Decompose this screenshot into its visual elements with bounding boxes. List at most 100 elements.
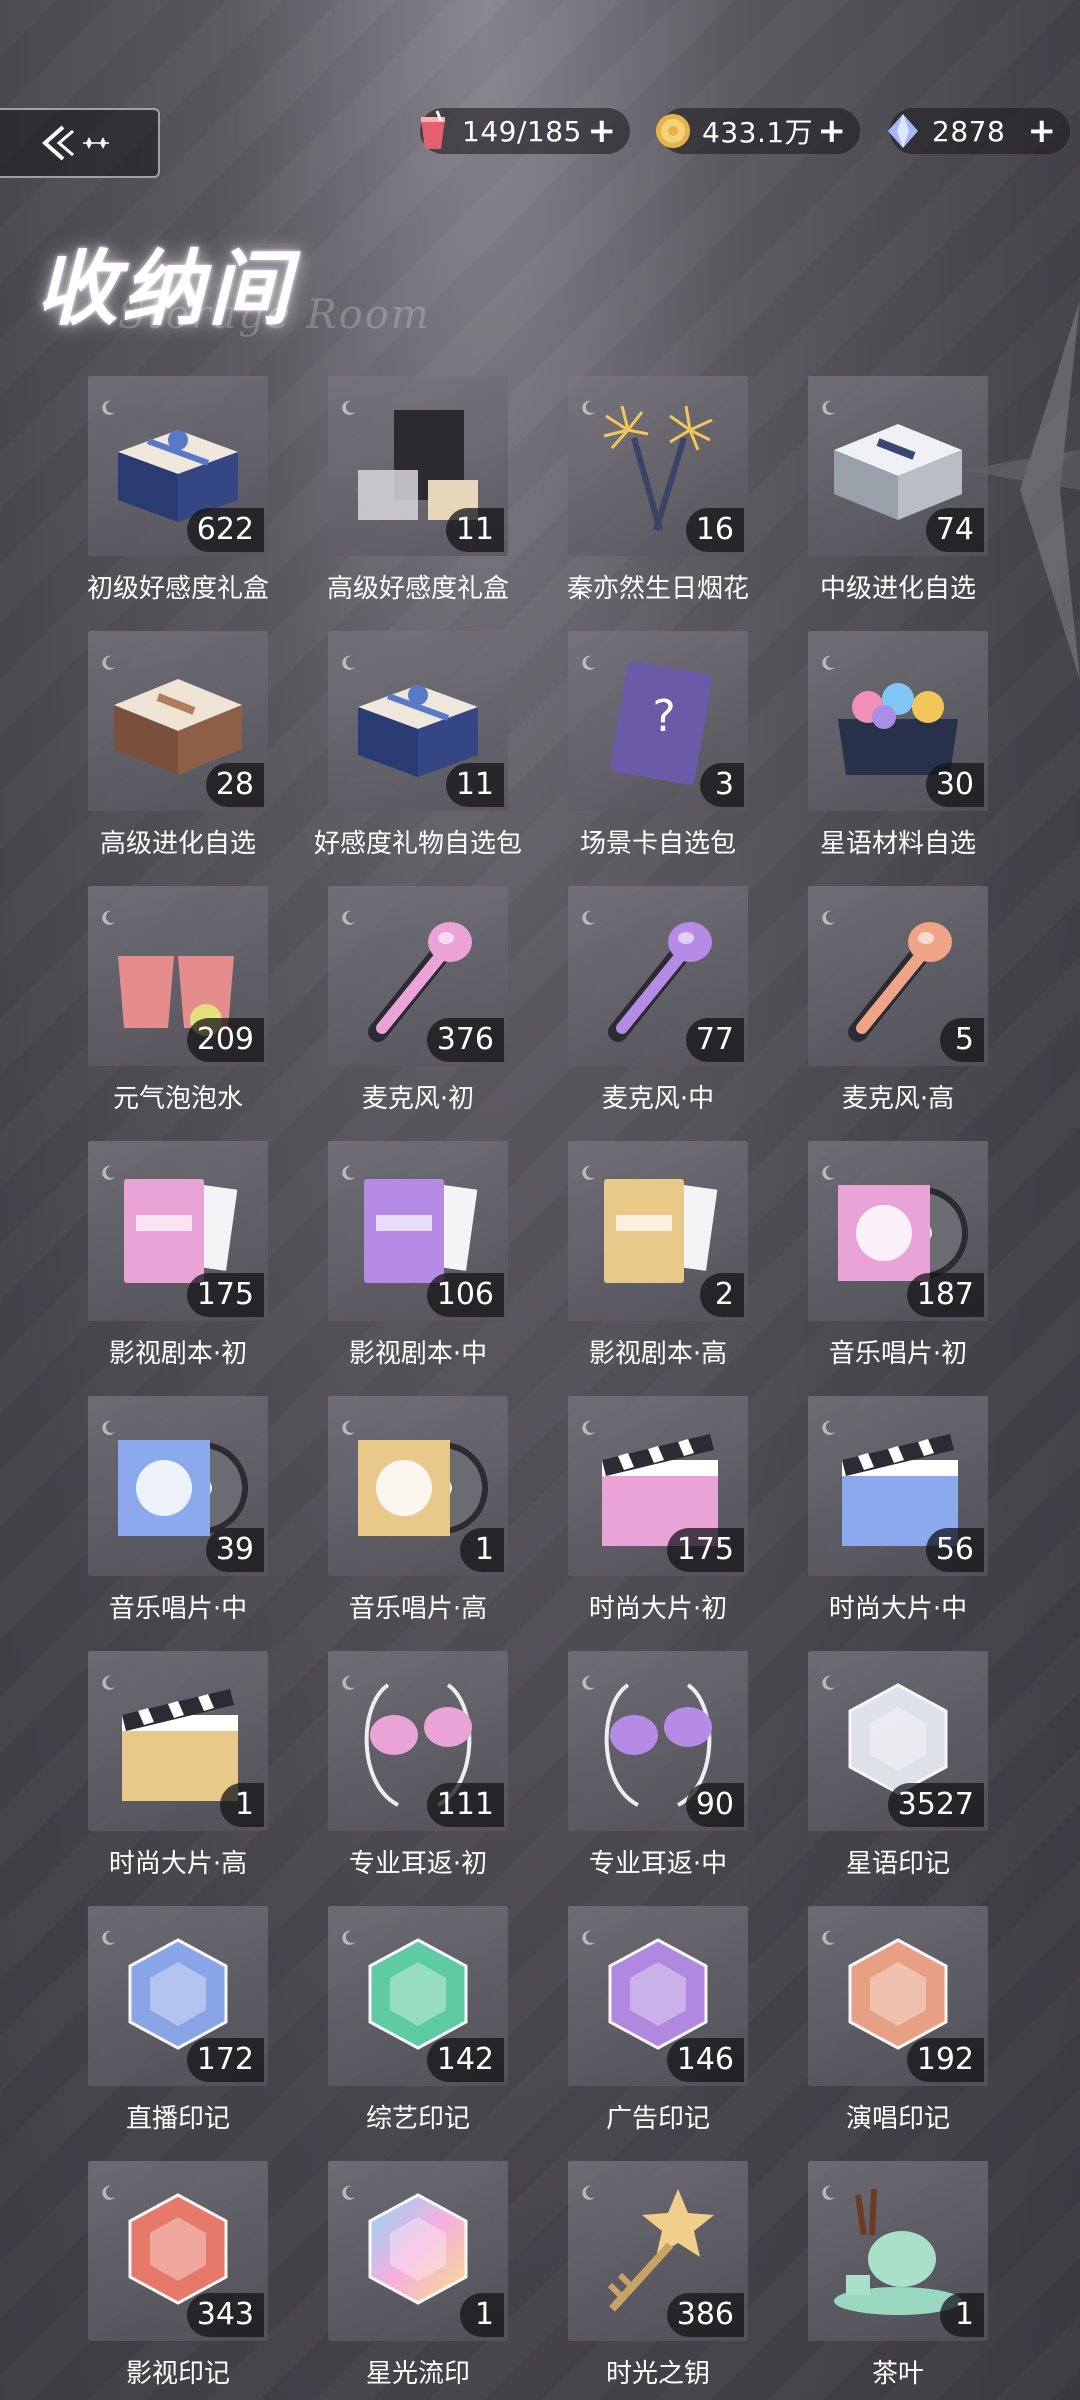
inventory-item[interactable]: 142 综艺印记	[328, 1906, 508, 2134]
item-name: 高级进化自选	[99, 829, 256, 859]
inventory-item[interactable]: 146 广告印记	[568, 1906, 748, 2134]
inventory-item[interactable]: 56 时尚大片·中	[808, 1396, 988, 1624]
item-tile: 3527	[808, 1651, 988, 1831]
inventory-item[interactable]: 11 高级好感度礼盒	[327, 376, 509, 604]
add-diamond-button[interactable]: +	[1028, 108, 1057, 154]
item-tile: 74	[808, 376, 988, 556]
item-name: 音乐唱片·中	[108, 1594, 248, 1624]
inventory-item[interactable]: 1 星光流印	[328, 2161, 508, 2389]
gold-value: 433.1万	[702, 116, 814, 149]
item-name: 影视剧本·中	[348, 1339, 488, 1369]
item-tile: 142	[328, 1906, 508, 2086]
item-tile: 90	[568, 1651, 748, 1831]
inventory-item[interactable]: 1 音乐唱片·高	[328, 1396, 508, 1624]
inventory-item[interactable]: 28 高级进化自选	[88, 631, 268, 859]
inventory-item[interactable]: 11 好感度礼物自选包	[314, 631, 522, 859]
item-tile: 106	[328, 1141, 508, 1321]
inventory-item[interactable]: 2 影视剧本·高	[568, 1141, 748, 1369]
inventory-item[interactable]: 1 时尚大片·高	[88, 1651, 268, 1879]
stamina-counter: 149/185 +	[420, 108, 630, 154]
item-count: 30	[925, 763, 984, 807]
item-count: 376	[426, 1018, 504, 1062]
inventory-item[interactable]: 209 元气泡泡水	[88, 886, 268, 1114]
item-count: 39	[205, 1528, 264, 1572]
item-count: 74	[925, 508, 984, 552]
item-count: 2	[700, 1273, 744, 1317]
item-count: 1	[460, 2293, 504, 2337]
inventory-item[interactable]: 376 麦克风·初	[328, 886, 508, 1114]
inventory-item[interactable]: 172 直播印记	[88, 1906, 268, 2134]
item-count: 175	[186, 1273, 264, 1317]
item-tile: 16	[568, 376, 748, 556]
inventory-item[interactable]: 386 时光之钥	[568, 2161, 748, 2389]
svg-text:?: ?	[652, 691, 675, 742]
inventory-item[interactable]: 90 专业耳返·中	[568, 1651, 748, 1879]
item-count: 3527	[887, 1783, 984, 1827]
stamina-value: 149/185	[462, 114, 582, 148]
item-tile: 2	[568, 1141, 748, 1321]
item-name: 专业耳返·中	[588, 1849, 728, 1879]
item-tile: 187	[808, 1141, 988, 1321]
back-button[interactable]	[0, 108, 160, 178]
inventory-item[interactable]: 343 影视印记	[88, 2161, 268, 2389]
item-name: 时尚大片·初	[588, 1594, 728, 1624]
add-stamina-button[interactable]: +	[588, 108, 617, 154]
item-name: 直播印记	[125, 2104, 230, 2134]
inventory-item[interactable]: 16 秦亦然生日烟花	[567, 376, 749, 604]
add-gold-button[interactable]: +	[818, 108, 847, 154]
item-count: 28	[205, 763, 264, 807]
item-tile: 1	[328, 2161, 508, 2341]
inventory-item[interactable]: ? 3 场景卡自选包	[568, 631, 748, 859]
inventory-item[interactable]: 3527 星语印记	[808, 1651, 988, 1879]
inventory-item[interactable]: 1 茶叶	[808, 2161, 988, 2389]
item-count: 3	[700, 763, 744, 807]
page-subtitle: Storage Room	[118, 292, 431, 338]
item-tile: 1	[328, 1396, 508, 1576]
item-name: 影视剧本·初	[108, 1339, 248, 1369]
item-tile: 175	[88, 1141, 268, 1321]
item-count: 142	[426, 2038, 504, 2082]
item-name: 麦克风·中	[601, 1084, 715, 1114]
item-count: 56	[925, 1528, 984, 1572]
item-tile: 343	[88, 2161, 268, 2341]
inventory-item[interactable]: 77 麦克风·中	[568, 886, 748, 1114]
item-count: 1	[460, 1528, 504, 1572]
inventory-item[interactable]: 175 时尚大片·初	[568, 1396, 748, 1624]
item-count: 172	[186, 2038, 264, 2082]
item-tile: 1	[88, 1651, 268, 1831]
inventory-item[interactable]: 187 音乐唱片·初	[808, 1141, 988, 1369]
item-count: 16	[685, 508, 744, 552]
inventory-grid: 622 初级好感度礼盒 11 高级好感度礼盒 16 秦亦然生日烟花 74 中级进…	[87, 376, 992, 2389]
item-count: 111	[426, 1783, 504, 1827]
item-name: 秦亦然生日烟花	[566, 574, 749, 604]
item-name: 专业耳返·初	[348, 1849, 488, 1879]
item-name: 中级进化自选	[819, 574, 976, 604]
item-tile: ? 3	[568, 631, 748, 811]
item-name: 综艺印记	[365, 2104, 470, 2134]
item-name: 星语材料自选	[819, 829, 976, 859]
inventory-item[interactable]: 111 专业耳返·初	[328, 1651, 508, 1879]
item-tile: 1	[808, 2161, 988, 2341]
inventory-item[interactable]: 192 演唱印记	[808, 1906, 988, 2134]
item-count: 5	[940, 1018, 984, 1062]
item-tile: 386	[568, 2161, 748, 2341]
inventory-item[interactable]: 622 初级好感度礼盒	[87, 376, 269, 604]
inventory-item[interactable]: 175 影视剧本·初	[88, 1141, 268, 1369]
inventory-item[interactable]: 39 音乐唱片·中	[88, 1396, 268, 1624]
gold-counter: 433.1万 +	[656, 108, 860, 154]
item-tile: 172	[88, 1906, 268, 2086]
inventory-item[interactable]: 5 麦克风·高	[808, 886, 988, 1114]
inventory-item[interactable]: 30 星语材料自选	[808, 631, 988, 859]
item-count: 175	[666, 1528, 744, 1572]
inventory-item[interactable]: 74 中级进化自选	[808, 376, 988, 604]
inventory-item[interactable]: 106 影视剧本·中	[328, 1141, 508, 1369]
item-name: 星光流印	[365, 2359, 470, 2389]
item-count: 209	[186, 1018, 264, 1062]
item-name: 元气泡泡水	[112, 1084, 243, 1114]
item-tile: 622	[88, 376, 268, 556]
item-tile: 146	[568, 1906, 748, 2086]
item-count: 77	[685, 1018, 744, 1062]
item-count: 106	[426, 1273, 504, 1317]
item-count: 1	[220, 1783, 264, 1827]
back-arrow-icon	[41, 125, 109, 161]
